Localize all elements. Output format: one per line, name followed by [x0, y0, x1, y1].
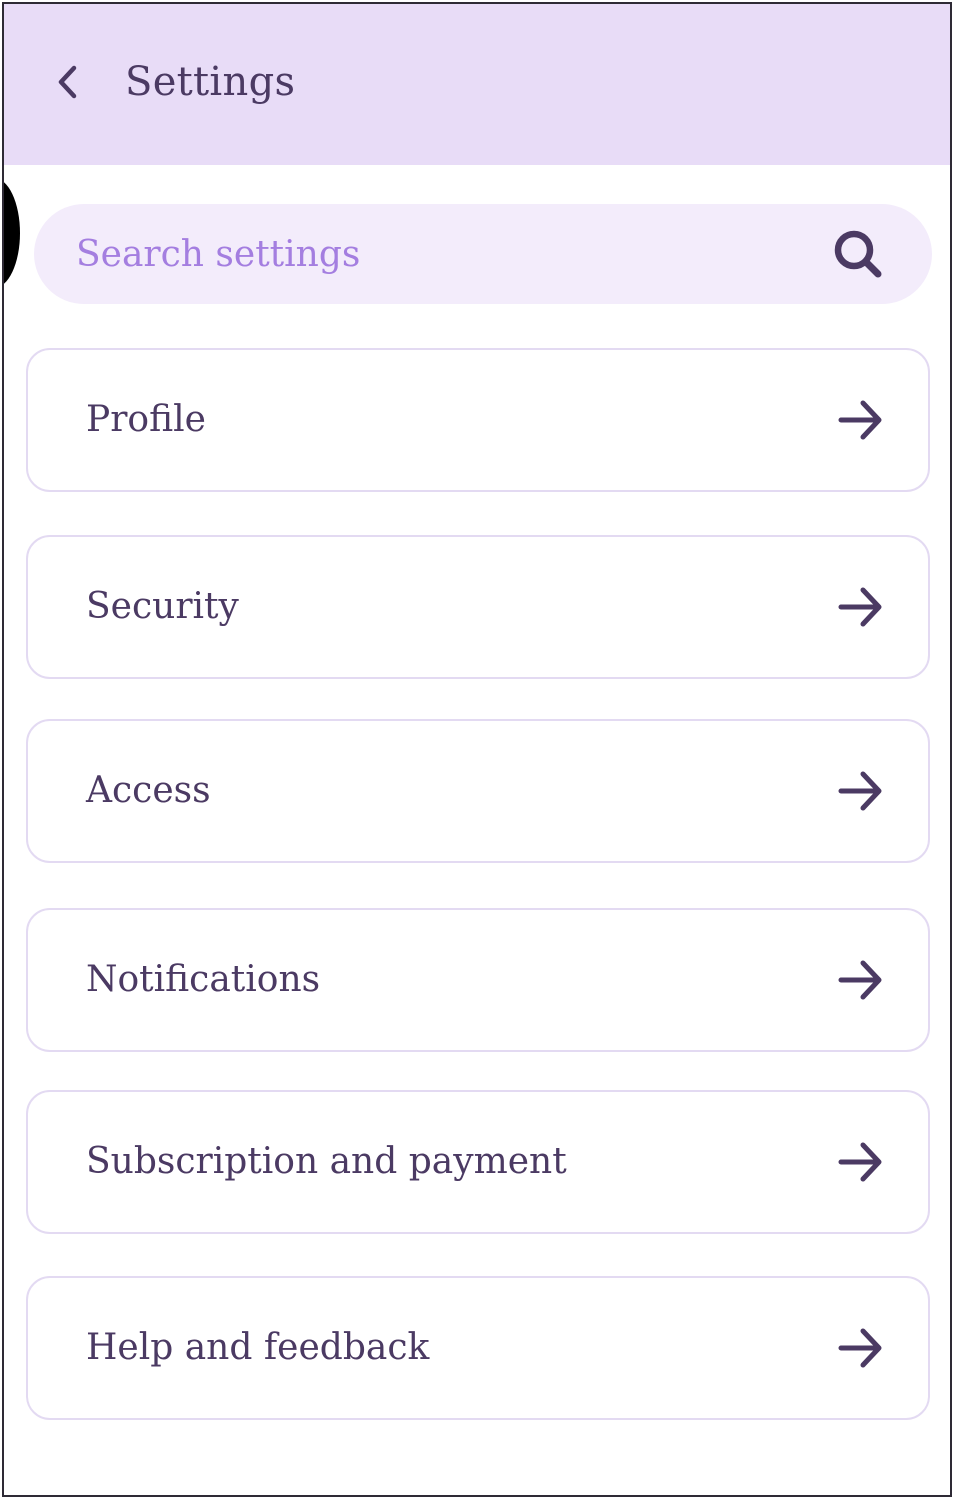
- settings-screen: Settings Profile Security Access Notific…: [2, 2, 952, 1497]
- settings-item-notifications[interactable]: Notifications: [26, 908, 930, 1052]
- arrow-right-icon: [836, 395, 886, 445]
- settings-item-label: Help and feedback: [86, 1327, 430, 1368]
- settings-item-label: Profile: [86, 399, 206, 440]
- settings-item-label: Notifications: [86, 959, 321, 1000]
- chevron-left-icon: [58, 65, 77, 99]
- arrow-right-icon: [836, 1323, 886, 1373]
- search-input[interactable]: [76, 226, 796, 282]
- back-button[interactable]: [44, 56, 92, 108]
- search-bar: [34, 204, 932, 304]
- settings-item-security[interactable]: Security: [26, 535, 930, 679]
- arrow-right-icon: [836, 955, 886, 1005]
- settings-item-profile[interactable]: Profile: [26, 348, 930, 492]
- search-icon: [834, 230, 882, 278]
- decorative-blob: [4, 178, 20, 288]
- arrow-right-icon: [836, 582, 886, 632]
- search-button[interactable]: [828, 224, 888, 284]
- settings-item-help[interactable]: Help and feedback: [26, 1276, 930, 1420]
- arrow-right-icon: [836, 1137, 886, 1187]
- settings-item-subscription[interactable]: Subscription and payment: [26, 1090, 930, 1234]
- arrow-right-icon: [836, 766, 886, 816]
- settings-item-access[interactable]: Access: [26, 719, 930, 863]
- page-title: Settings: [125, 59, 296, 105]
- settings-item-label: Access: [86, 770, 211, 811]
- settings-item-label: Subscription and payment: [86, 1141, 567, 1182]
- settings-item-label: Security: [86, 586, 239, 627]
- app-header: Settings: [4, 4, 950, 165]
